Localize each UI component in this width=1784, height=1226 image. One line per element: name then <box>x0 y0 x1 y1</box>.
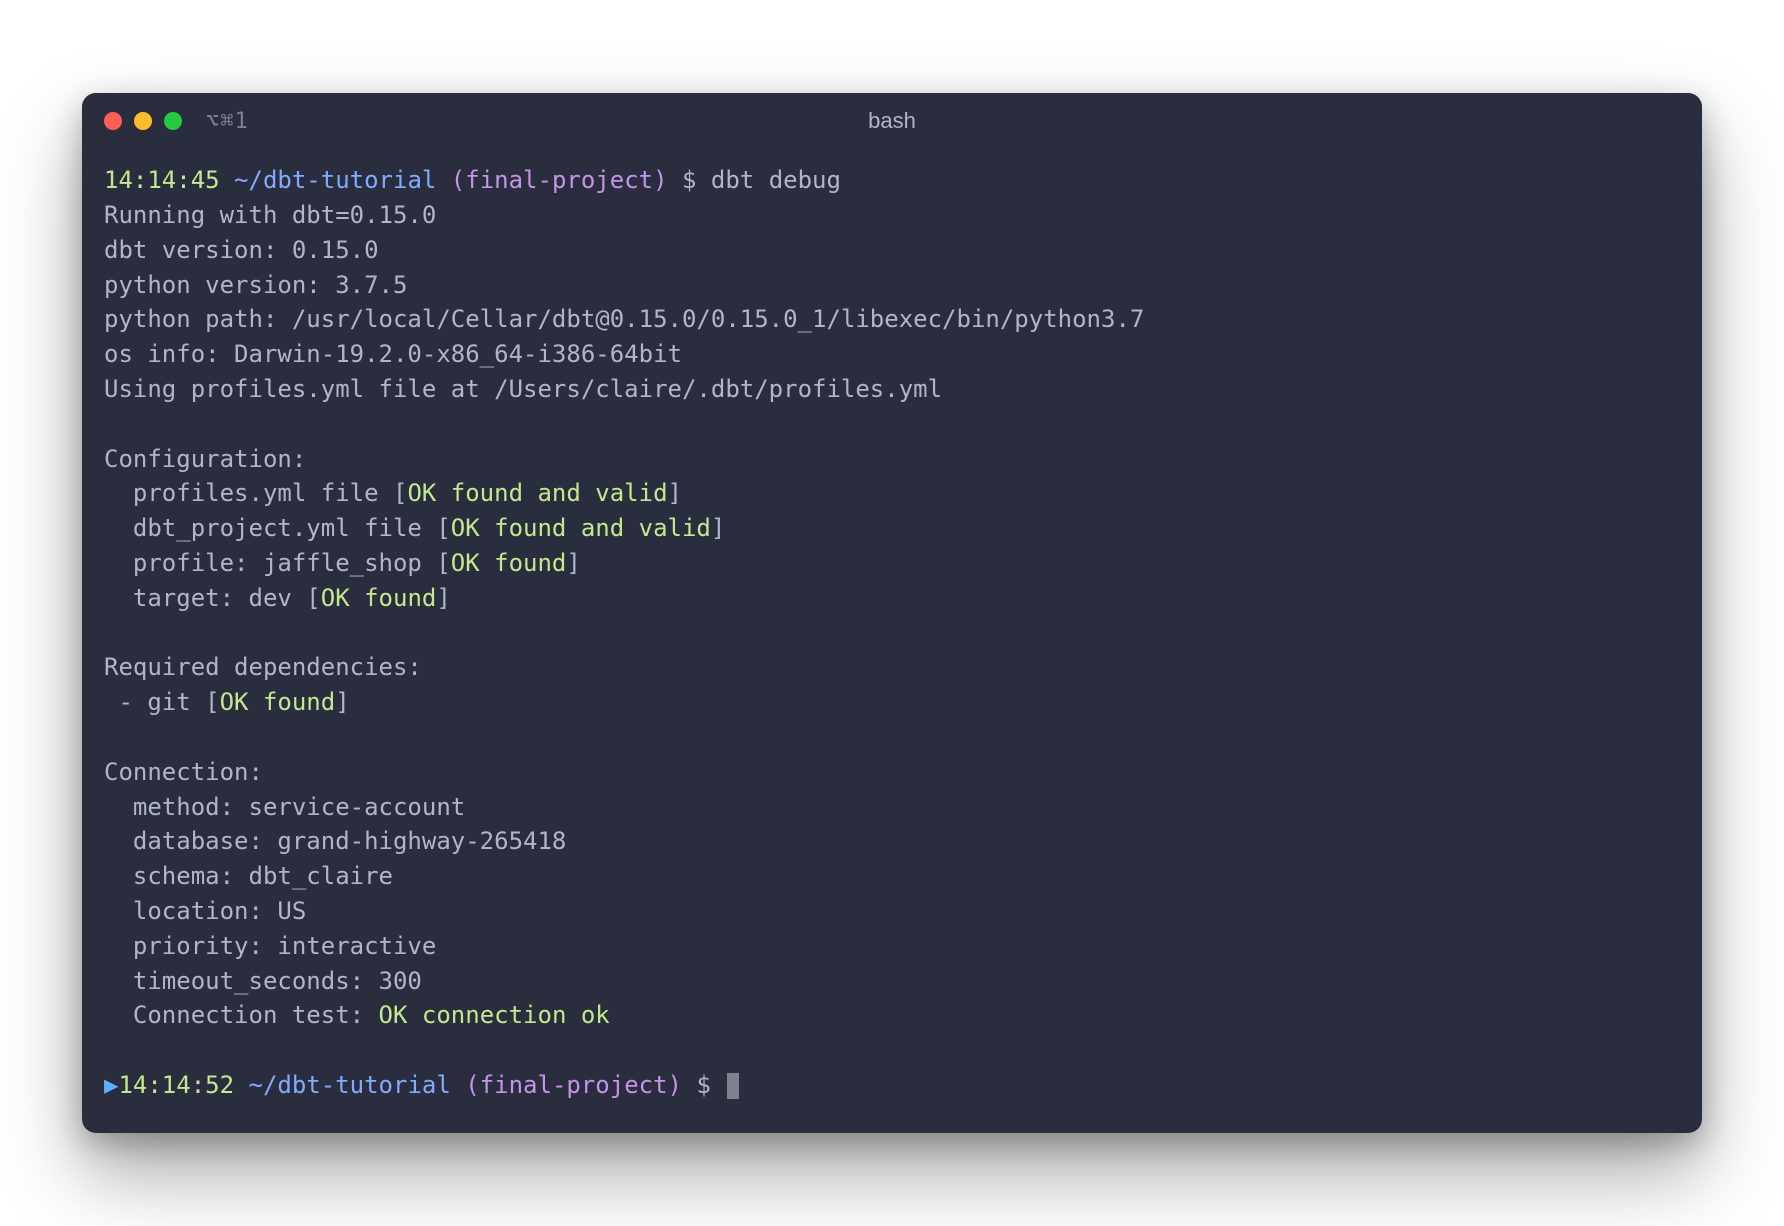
output-line: timeout_seconds: 300 <box>104 967 422 995</box>
tab-shortcut-label: ⌥⌘1 <box>206 109 249 134</box>
cursor-icon <box>727 1073 739 1099</box>
prompt-time: 14:14:52 <box>118 1071 234 1099</box>
prompt-time: 14:14:45 <box>104 166 220 194</box>
window-title: bash <box>868 108 916 134</box>
output-line: python path: /usr/local/Cellar/dbt@0.15.… <box>104 305 1144 333</box>
output-line: Required dependencies: <box>104 653 422 681</box>
terminal-window: ⌥⌘1 bash 14:14:45 ~/dbt-tutorial (final-… <box>82 93 1702 1133</box>
output-line: method: service-account <box>104 793 465 821</box>
prompt-branch: (final-project) <box>451 166 668 194</box>
output-line: python version: 3.7.5 <box>104 271 407 299</box>
bracket: ] <box>711 514 725 542</box>
output-line: Connection: <box>104 758 263 786</box>
close-icon[interactable] <box>104 112 122 130</box>
terminal-output[interactable]: 14:14:45 ~/dbt-tutorial (final-project) … <box>82 149 1702 1133</box>
output-line: profile: jaffle_shop [ <box>104 549 451 577</box>
window-titlebar: ⌥⌘1 bash <box>82 93 1702 149</box>
bracket: ] <box>566 549 580 577</box>
output-line: priority: interactive <box>104 932 436 960</box>
output-line: Using profiles.yml file at /Users/claire… <box>104 375 942 403</box>
output-line: - git [ <box>104 688 220 716</box>
minimize-icon[interactable] <box>134 112 152 130</box>
output-line: schema: dbt_claire <box>104 862 393 890</box>
prompt-symbol: $ <box>682 166 696 194</box>
output-line: Configuration: <box>104 445 306 473</box>
ok-status: OK found <box>220 688 336 716</box>
output-line: location: US <box>104 897 306 925</box>
output-line: target: dev [ <box>104 584 321 612</box>
command-text: dbt debug <box>711 166 841 194</box>
output-line: profiles.yml file [ <box>104 479 407 507</box>
ok-status: OK found <box>451 549 567 577</box>
ok-status: OK found <box>321 584 437 612</box>
prompt-branch: (final-project) <box>465 1071 682 1099</box>
output-line: Connection test: <box>104 1001 379 1029</box>
traffic-lights <box>104 112 182 130</box>
prompt-symbol: $ <box>696 1071 710 1099</box>
output-line: database: grand-highway-265418 <box>104 827 566 855</box>
bracket: ] <box>668 479 682 507</box>
bracket: ] <box>335 688 349 716</box>
output-line: dbt version: 0.15.0 <box>104 236 379 264</box>
ok-status: OK found and valid <box>407 479 667 507</box>
prompt-path: ~/dbt-tutorial <box>234 166 436 194</box>
prompt-path: ~/dbt-tutorial <box>249 1071 451 1099</box>
bracket: ] <box>436 584 450 612</box>
output-line: dbt_project.yml file [ <box>104 514 451 542</box>
output-line: os info: Darwin-19.2.0-x86_64-i386-64bit <box>104 340 682 368</box>
ok-status: OK found and valid <box>451 514 711 542</box>
output-line: Running with dbt=0.15.0 <box>104 201 436 229</box>
zoom-icon[interactable] <box>164 112 182 130</box>
ok-status: OK connection ok <box>379 1001 610 1029</box>
prompt-arrow-icon: ▶ <box>104 1071 118 1099</box>
